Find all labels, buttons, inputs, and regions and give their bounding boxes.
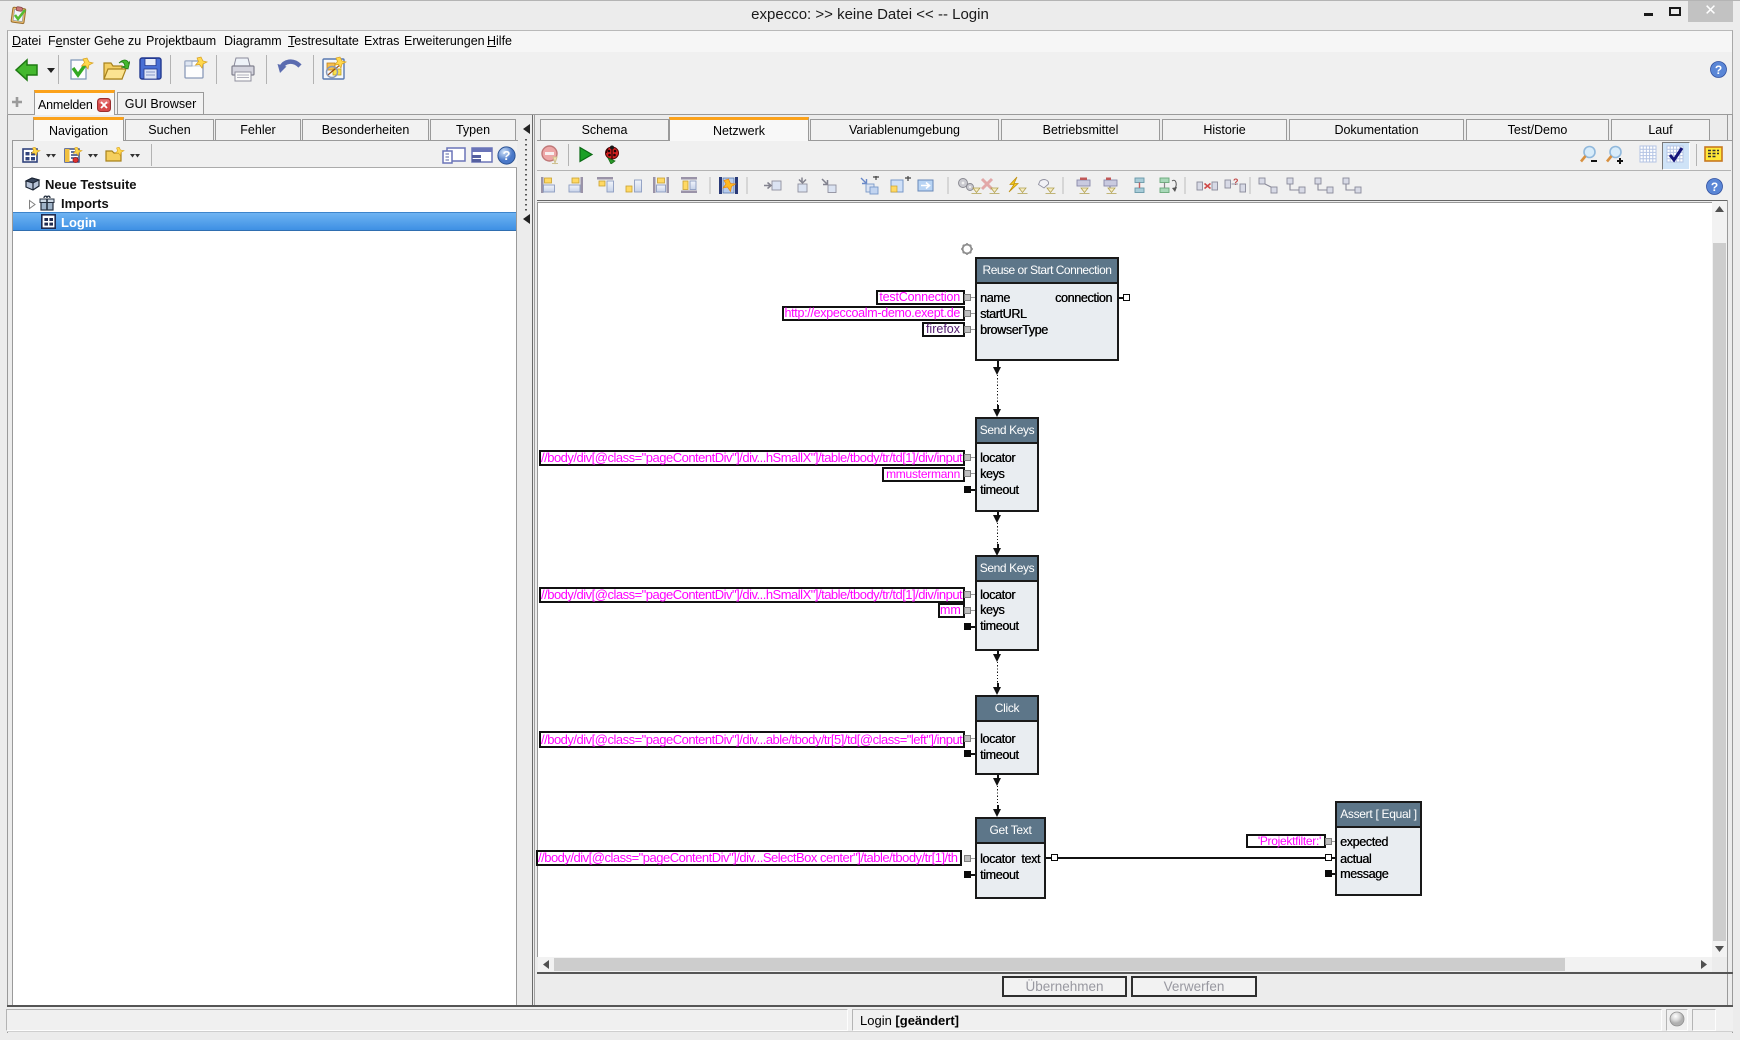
svg-text:?: ? — [1711, 180, 1718, 194]
svg-text:?: ? — [503, 148, 511, 163]
svg-text:?: ? — [1715, 63, 1722, 77]
svg-text:?: ? — [1233, 177, 1239, 187]
